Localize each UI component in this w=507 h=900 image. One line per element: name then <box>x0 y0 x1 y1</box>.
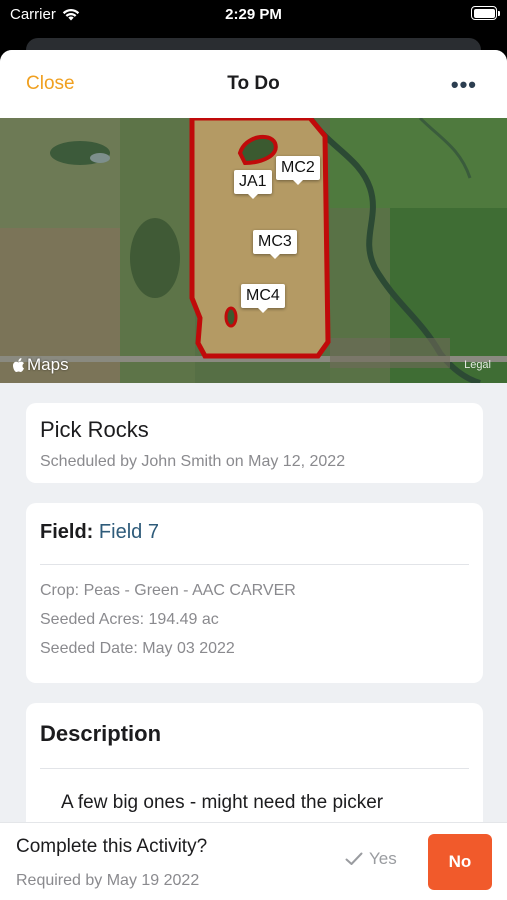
yes-button[interactable]: Yes <box>345 849 397 869</box>
no-button[interactable]: No <box>428 834 492 890</box>
status-bar: Carrier 2:29 PM <box>0 0 507 30</box>
screen: Carrier 2:29 PM Close To Do ••• JA1 MC2 … <box>0 0 507 900</box>
required-by-date: Required by May 19 2022 <box>16 872 200 889</box>
todo-modal: Close To Do ••• JA1 MC2 MC3 MC4 Maps Leg… <box>0 50 507 900</box>
field-name-link[interactable]: Field 7 <box>99 521 159 543</box>
yes-label: Yes <box>369 849 397 868</box>
status-time: 2:29 PM <box>225 6 282 23</box>
description-text: A few big ones - might need the picker <box>61 792 384 813</box>
field-seeded-acres: Seeded Acres: 194.49 ac <box>40 611 219 628</box>
map-pin-mc2[interactable]: MC2 <box>276 156 320 185</box>
apple-icon <box>13 357 24 372</box>
completion-footer: Complete this Activity? Required by May … <box>0 822 507 900</box>
maps-logo: Maps <box>12 355 69 375</box>
description-title: Description <box>40 721 162 746</box>
activity-title: Pick Rocks <box>40 417 149 442</box>
field-divider <box>40 564 469 565</box>
page-title: To Do <box>227 73 280 94</box>
field-header: Field: Field 7 <box>40 521 159 544</box>
field-crop: Crop: Peas - Green - AAC CARVER <box>40 582 296 599</box>
nav-bar: Close To Do ••• <box>0 50 507 118</box>
maps-legal-link[interactable]: Legal <box>464 359 491 371</box>
field-label: Field: <box>40 521 94 543</box>
map-pin-mc3[interactable]: MC3 <box>253 230 297 259</box>
checkmark-icon <box>345 852 363 865</box>
description-divider <box>40 768 469 769</box>
battery-icon <box>471 6 500 20</box>
more-options-icon[interactable]: ••• <box>451 72 477 98</box>
field-seeded-date: Seeded Date: May 03 2022 <box>40 640 235 657</box>
maps-provider-label: Maps <box>27 355 69 374</box>
activity-scheduled: Scheduled by John Smith on May 12, 2022 <box>40 453 346 470</box>
field-card: Field: Field 7 Crop: Peas - Green - AAC … <box>26 503 483 683</box>
activity-card: Pick Rocks Scheduled by John Smith on Ma… <box>26 403 483 483</box>
map-pin-mc4[interactable]: MC4 <box>241 284 285 313</box>
map-pin-ja1[interactable]: JA1 <box>234 170 272 199</box>
field-map[interactable]: JA1 MC2 MC3 MC4 Maps Legal <box>0 118 507 383</box>
complete-question: Complete this Activity? <box>16 836 208 857</box>
